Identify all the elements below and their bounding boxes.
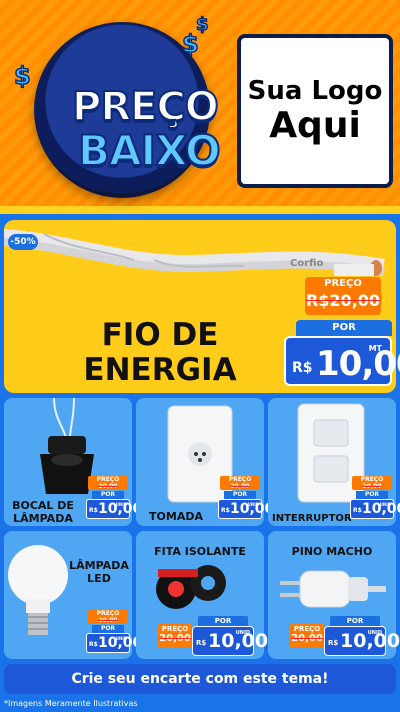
- logo-text-line1: Sua Logo: [247, 75, 383, 106]
- currency: R$: [221, 507, 230, 514]
- discount-badge: -50%: [8, 234, 38, 250]
- currency: R$: [328, 639, 339, 647]
- hero-title: FIO DE ENERGIA: [60, 318, 260, 387]
- price-label: PREÇO 20,00: [158, 624, 192, 648]
- price-label: PREÇO 20,00: [352, 476, 392, 490]
- price-tag: PREÇO20,00 POR R$10,00UNID: [290, 616, 400, 658]
- old-price: 20,00: [98, 483, 118, 490]
- price-unit: UNID: [115, 636, 127, 641]
- old-price: 20,00: [98, 617, 118, 624]
- price-label: PREÇO 20,00: [88, 610, 128, 624]
- por-label: POR: [92, 491, 124, 499]
- product-name: PINO MACHO: [291, 545, 373, 558]
- old-price-tag: PREÇO R$20,00: [305, 277, 381, 315]
- product-name: FITA ISOLANTE: [154, 545, 246, 558]
- price-tag: PREÇO20,00 POR R$10,00UNID: [86, 610, 142, 656]
- badge-line2: BAIXO: [77, 125, 222, 176]
- badge-line1: PREÇO: [71, 83, 220, 131]
- price-unit: UNID: [379, 502, 391, 507]
- price-unit: UNID: [115, 502, 127, 507]
- product-name: LÂMPADA LED: [69, 559, 129, 585]
- new-price: R$10,00UNID: [86, 633, 142, 653]
- hero-title-line1: FIO DE: [101, 317, 219, 353]
- old-price: 20,00: [291, 633, 323, 644]
- new-price: R$10,00UNID: [324, 626, 400, 656]
- price-label: PREÇO 20,00: [290, 624, 324, 648]
- currency: R$: [292, 360, 313, 376]
- dollar-icon: $: [195, 13, 209, 36]
- old-price: R$20,00: [305, 291, 381, 310]
- currency: R$: [353, 507, 362, 514]
- header-divider: [0, 206, 400, 214]
- price-label-text: PREÇO: [96, 476, 120, 483]
- dollar-icon: $: [13, 61, 31, 91]
- price-value: 10,00: [316, 344, 400, 384]
- currency: R$: [89, 641, 98, 648]
- price-unit: UNID: [367, 630, 382, 636]
- price-label: PREÇO: [324, 278, 362, 289]
- logo-placeholder[interactable]: Sua Logo Aqui: [237, 34, 393, 188]
- price-tag: PREÇO20,00 POR R$10,00UNID: [158, 616, 268, 658]
- footnote: *Imagens Meramente Ilustrativas: [4, 699, 138, 708]
- old-price: 20,00: [362, 483, 382, 490]
- old-price: 20,00: [159, 633, 191, 644]
- price-label-text: PREÇO: [96, 610, 120, 617]
- new-price: R$10,00UNID: [86, 499, 142, 519]
- new-price: R$10,00UNID: [192, 626, 268, 656]
- price-label-text: PREÇO: [360, 476, 384, 483]
- cta-banner[interactable]: Crie seu encarte com este tema!: [4, 664, 396, 694]
- old-price: 20,00: [230, 483, 250, 490]
- currency: R$: [89, 507, 98, 514]
- price-tag: PREÇO20,00 POR R$10,00UNID: [86, 476, 142, 522]
- por-label: POR: [296, 320, 392, 336]
- new-price: R$10,00UNID: [350, 499, 400, 519]
- price-unit: UNID: [247, 502, 259, 507]
- price-tag: PREÇO20,00 POR R$10,00UNID: [350, 476, 400, 522]
- product-name: TOMADA: [149, 510, 203, 523]
- new-price-tag: R$ 10,00 MT: [284, 336, 400, 386]
- wire-brand-text: Corfio: [290, 258, 324, 269]
- currency: R$: [196, 639, 207, 647]
- por-label: POR: [92, 625, 124, 633]
- price-label: PREÇO 20,00: [220, 476, 260, 490]
- product-name: BOCAL DE LÂMPADA: [12, 499, 74, 525]
- price-label-text: PREÇO: [228, 476, 252, 483]
- new-price: R$10,00UNID: [218, 499, 274, 519]
- por-label: POR: [330, 616, 380, 626]
- logo-text-line2: Aqui: [269, 104, 361, 146]
- por-label: POR: [356, 491, 388, 499]
- por-label: POR: [224, 491, 256, 499]
- price-unit: MT: [368, 344, 382, 353]
- por-label: POR: [198, 616, 248, 626]
- hero-title-line2: ENERGIA: [83, 351, 237, 388]
- price-label: PREÇO 20,00: [88, 476, 128, 490]
- price-tag: PREÇO20,00 POR R$10,00UNID: [218, 476, 274, 522]
- price-unit: UNID: [235, 630, 250, 636]
- product-name: INTERRUPTOR: [272, 513, 352, 524]
